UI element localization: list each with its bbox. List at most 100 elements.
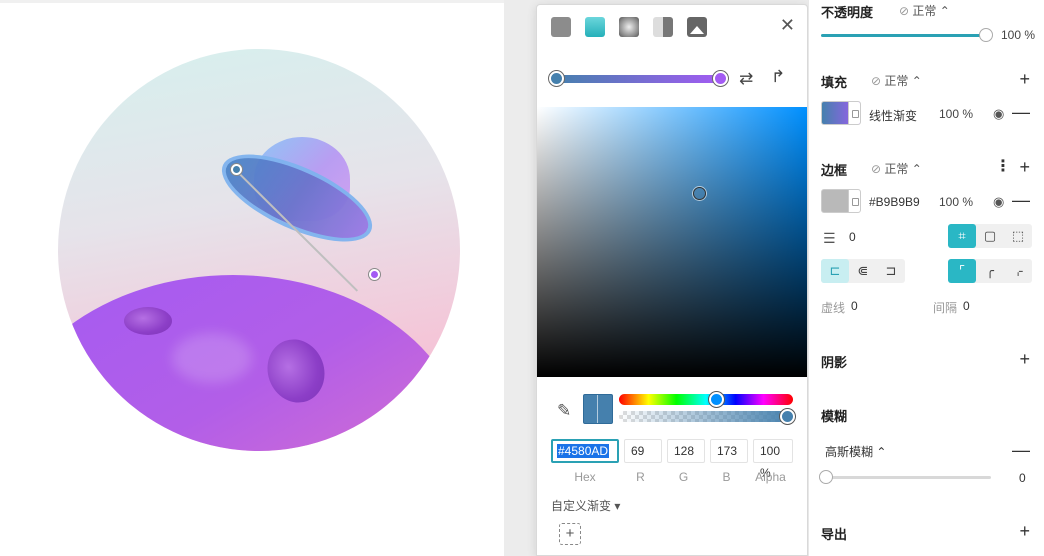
blur-slider-knob[interactable]: [819, 470, 833, 484]
border-color-hex[interactable]: #B9B9B9: [869, 195, 920, 209]
fill-opacity-value[interactable]: 100 %: [939, 107, 973, 121]
cap-butt-icon[interactable]: ⊏: [821, 259, 849, 283]
eye-icon[interactable]: ◉: [993, 106, 1004, 122]
opacity-blend-mode[interactable]: 正常 ⌃: [899, 2, 949, 19]
fill-type-label[interactable]: 线性渐变: [869, 107, 917, 124]
border-blend-mode[interactable]: 正常 ⌃: [871, 160, 922, 177]
border-opacity-value[interactable]: 100 %: [939, 195, 973, 209]
hue-slider[interactable]: [619, 392, 793, 407]
gradient-end-handle[interactable]: [369, 269, 380, 280]
opacity-slider[interactable]: [821, 28, 993, 42]
linear-gradient-icon[interactable]: [585, 17, 605, 37]
b-input[interactable]: 173: [710, 439, 748, 463]
hex-label: Hex: [574, 470, 596, 484]
join-miter-icon[interactable]: ⌜: [948, 259, 976, 283]
fill-mode-label: 正常: [884, 74, 909, 88]
opacity-mode-label: 正常: [912, 4, 937, 18]
blur-type-label: 高斯模糊: [825, 445, 874, 459]
alpha-label: Alpha: [755, 470, 786, 484]
color-picker-popover: ✕ ⇄ ↱ ✎ #4580AD 69 128 173 100 % Hex R G: [536, 4, 808, 556]
border-width-icon: ☰: [823, 230, 836, 246]
dash-value[interactable]: 0: [851, 299, 858, 313]
angular-gradient-icon[interactable]: [653, 17, 673, 37]
blur-slider[interactable]: [819, 470, 991, 484]
border-width-value[interactable]: 0: [849, 230, 856, 244]
b-label: B: [722, 470, 731, 484]
add-fill-button[interactable]: +: [1019, 70, 1030, 88]
hex-input[interactable]: #4580AD: [551, 439, 619, 463]
canvas-mark: [452, 383, 454, 393]
close-icon[interactable]: ✕: [780, 15, 795, 36]
gradient-stop-start[interactable]: [549, 71, 564, 86]
custom-gradient-dropdown[interactable]: 自定义渐变 ▾: [551, 497, 620, 514]
join-round-icon[interactable]: ╭: [976, 259, 1004, 283]
rotate-icon[interactable]: ↱: [771, 67, 785, 87]
border-title: 边框: [821, 163, 848, 178]
fill-title: 填充: [821, 75, 848, 90]
color-field-labels: Hex R G B Alpha: [551, 470, 793, 484]
add-export-button[interactable]: +: [1019, 522, 1030, 540]
chip-icon: [848, 190, 860, 212]
alpha-slider[interactable]: [619, 409, 795, 424]
remove-fill-button[interactable]: —: [1012, 102, 1030, 123]
saturation-value-cursor[interactable]: [693, 187, 706, 201]
gradient-stop-end[interactable]: [713, 71, 728, 86]
cap-round-icon[interactable]: ⋐: [849, 259, 877, 283]
gap-value[interactable]: 0: [963, 299, 970, 313]
inspector-panel: 不透明度 正常 ⌃ 100 % 填充 正常 ⌃ + 线性渐变 100 % ◉ —…: [808, 0, 1044, 556]
border-outside-icon[interactable]: ⬚: [1004, 224, 1032, 248]
planet-shape[interactable]: [58, 275, 460, 451]
border-color-chip[interactable]: [821, 189, 861, 213]
crater-small[interactable]: [124, 307, 172, 335]
opacity-title: 不透明度: [821, 5, 874, 20]
saturation-value-picker[interactable]: [537, 107, 807, 377]
fill-type-selector: [551, 17, 707, 37]
canvas[interactable]: [0, 0, 504, 556]
chevron-updown-icon: ⌃: [911, 162, 922, 176]
border-join-group: ⌜ ╭ ⌌: [948, 259, 1032, 283]
r-input[interactable]: 69: [624, 439, 662, 463]
shadow-title: 阴影: [821, 355, 848, 370]
color-preview-swatch: [583, 394, 613, 424]
blur-value[interactable]: 0: [1019, 471, 1026, 485]
artboard-circle[interactable]: [58, 49, 460, 451]
blur-title: 模糊: [821, 409, 848, 424]
join-bevel-icon[interactable]: ⌌: [1004, 259, 1032, 283]
fill-blend-mode[interactable]: 正常 ⌃: [871, 72, 921, 89]
remove-blur-button[interactable]: —: [1012, 440, 1030, 461]
opacity-slider-knob[interactable]: [979, 28, 993, 42]
image-fill-icon[interactable]: [687, 17, 707, 37]
alpha-slider-knob[interactable]: [780, 409, 795, 424]
solid-fill-icon[interactable]: [551, 17, 571, 37]
eye-icon[interactable]: ◉: [993, 194, 1004, 210]
add-shadow-button[interactable]: +: [1019, 350, 1030, 368]
hue-slider-knob[interactable]: [709, 392, 725, 407]
border-center-icon[interactable]: ▢: [976, 224, 1004, 248]
more-options-icon[interactable]: ⋮: [995, 156, 1011, 176]
border-inside-icon[interactable]: ⌗: [948, 224, 976, 248]
eyedropper-icon[interactable]: ✎: [557, 401, 571, 421]
g-label: G: [678, 470, 689, 484]
add-border-button[interactable]: +: [1019, 158, 1030, 176]
radial-gradient-icon[interactable]: [619, 17, 639, 37]
blur-type-select[interactable]: 高斯模糊 ⌃: [825, 443, 886, 460]
cap-square-icon[interactable]: ⊐: [877, 259, 905, 283]
opacity-value[interactable]: 100 %: [1001, 28, 1035, 42]
border-cap-group: ⊏ ⋐ ⊐: [821, 259, 905, 283]
chip-icon: [848, 102, 860, 124]
planet-glow: [172, 333, 252, 383]
gradient-start-handle[interactable]: [231, 164, 242, 175]
export-title: 导出: [821, 527, 848, 542]
chevron-updown-icon: ⌃: [876, 445, 887, 459]
swap-icon[interactable]: ⇄: [739, 69, 753, 89]
fill-color-chip[interactable]: [821, 101, 861, 125]
border-mode-label: 正常: [884, 162, 909, 176]
add-gradient-button[interactable]: +: [559, 523, 581, 545]
app-window: ✕ ⇄ ↱ ✎ #4580AD 69 128 173 100 % Hex R G: [0, 0, 1044, 556]
remove-border-button[interactable]: —: [1012, 190, 1030, 211]
alpha-input[interactable]: 100 %: [753, 439, 793, 480]
dash-label: 虚线: [821, 301, 846, 315]
gap-label: 间隔: [933, 301, 958, 315]
gradient-stops-bar[interactable]: [549, 71, 728, 86]
g-input[interactable]: 128: [667, 439, 705, 463]
